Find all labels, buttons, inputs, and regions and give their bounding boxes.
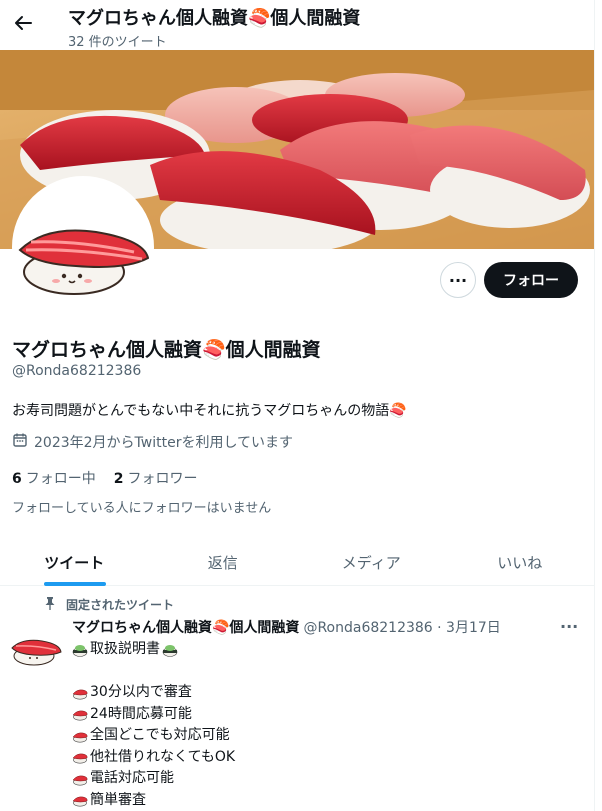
top-bar: マグロちゃん個人融資🍣個人間融資 32 件のツイート — [0, 0, 602, 50]
following-label: フォロー中 — [25, 471, 96, 487]
profile-tabs: ツイート 返信 メディア いいね — [0, 540, 594, 586]
tweet-line: 他社借りれなくてもOK — [72, 747, 235, 769]
tab-media[interactable]: メディア — [297, 540, 446, 585]
sushi-icon — [72, 686, 88, 700]
tweet-author-name[interactable]: マグロちゃん個人融資🍣個人間融資 — [72, 617, 299, 637]
tweet-line-text: 取扱説明書 — [90, 641, 160, 657]
follow-button[interactable]: フォロー — [484, 262, 578, 298]
tab-replies[interactable]: 返信 — [149, 540, 298, 585]
followers-you-know-note: フォローしている人にフォロワーはいません — [12, 501, 272, 516]
tweet-line-text: 他社借りれなくてもOK — [90, 748, 236, 765]
profile-avatar[interactable] — [12, 176, 154, 318]
pinned-label: 固定されたツイート — [66, 598, 175, 612]
tweet-line: 簡単審査 — [72, 790, 235, 811]
followers-count: 2 — [113, 471, 124, 487]
header-title: マグロちゃん個人融資🍣個人間融資 — [68, 8, 361, 29]
followers-link[interactable]: 2 フォロワー — [114, 468, 198, 488]
tweet-handle-date[interactable]: @Ronda68212386 · 3月17日 — [303, 617, 500, 637]
tweet-line: 30分以内で審査 — [72, 682, 235, 704]
follow-stats: 6 フォロー中 2 フォロワー — [12, 468, 198, 488]
profile-display-name: マグロちゃん個人融資🍣個人間融資 — [12, 339, 321, 361]
tweet-avatar[interactable] — [10, 622, 62, 674]
calendar-icon — [12, 432, 28, 452]
tab-likes[interactable]: いいね — [446, 540, 595, 585]
tweet-count: 32 件のツイート — [68, 35, 167, 50]
joined-date: 2023年2月からTwitterを利用しています — [12, 432, 293, 452]
tweet-line-text: 簡単審査 — [90, 791, 146, 808]
pin-icon — [44, 596, 56, 613]
more-options-button[interactable]: ··· — [440, 262, 476, 298]
tweet-line: 取扱説明書 — [72, 639, 235, 661]
back-arrow-icon[interactable] — [10, 10, 36, 36]
tweet-line: 電話対応可能 — [72, 768, 235, 790]
sushi-icon — [72, 707, 88, 721]
following-count: 6 — [12, 471, 22, 487]
following-link[interactable]: 6 フォロー中 — [12, 468, 96, 488]
wasabi-sushi-icon — [162, 643, 178, 657]
wasabi-sushi-icon — [72, 643, 88, 657]
tweet-line: 24時間応募可能 — [72, 704, 235, 726]
sushi-icon — [72, 729, 88, 743]
column-divider — [594, 0, 595, 811]
followers-label: フォロワー — [127, 471, 198, 487]
sushi-icon — [72, 750, 88, 764]
tweet-line-text: 24時間応募可能 — [90, 705, 192, 722]
tweet-line-text: 電話対応可能 — [90, 770, 174, 786]
tweet-line: 全国どこでも対応可能 — [72, 725, 235, 747]
joined-text: 2023年2月からTwitterを利用しています — [34, 435, 294, 451]
sushi-icon — [72, 772, 88, 786]
tab-tweets[interactable]: ツイート — [0, 540, 149, 586]
tweet-line-text: 全国どこでも対応可能 — [90, 727, 230, 743]
pinned-indicator: 固定されたツイート — [44, 596, 174, 613]
profile-bio: お寿司問題がとんでもない中それに抗うマグロちゃんの物語🍣 — [12, 403, 407, 419]
tweet-line-text: 30分以内で審査 — [90, 684, 192, 700]
profile-handle: @Ronda68212386 — [12, 363, 142, 379]
tweet-header: マグロちゃん個人融資🍣個人間融資 @Ronda68212386 · 3月17日 — [72, 617, 501, 637]
tweet-body: 取扱説明書 30分以内で審査 24時間応募可能 全国どこでも対応可能 他社借りれ… — [72, 639, 235, 811]
sushi-icon — [72, 793, 88, 807]
tweet-more-icon[interactable]: ··· — [560, 617, 578, 636]
